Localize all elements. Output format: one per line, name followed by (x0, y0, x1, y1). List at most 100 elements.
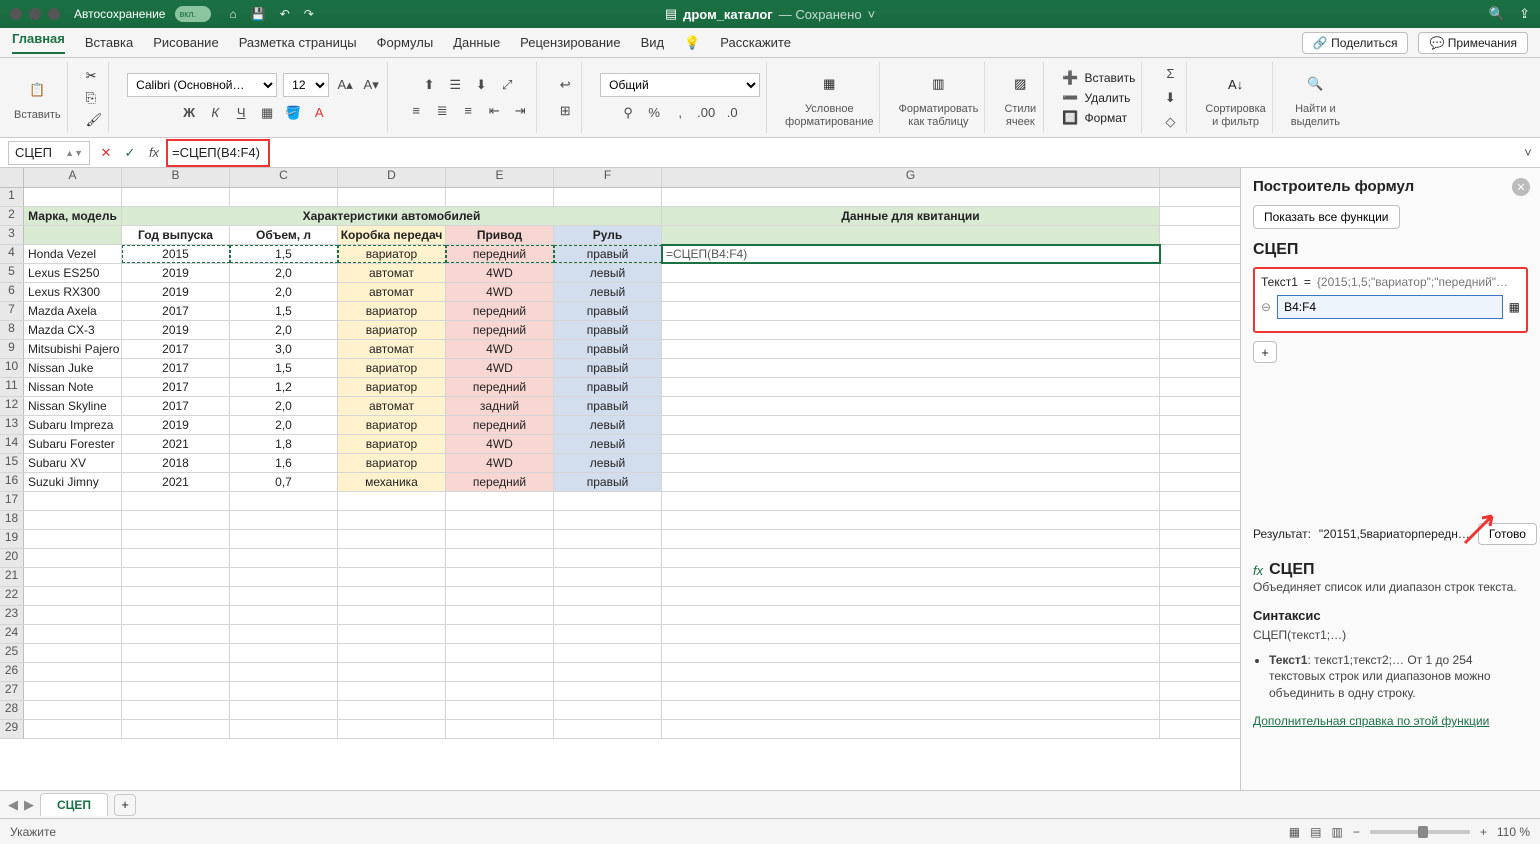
cell-model[interactable]: Lexus ES250 (24, 264, 122, 282)
row-header[interactable]: 15 (0, 454, 24, 472)
cell-transmission[interactable]: вариатор (338, 454, 446, 472)
cell[interactable] (230, 663, 338, 681)
cell-wheel[interactable]: правый (554, 359, 662, 377)
cell-transmission[interactable]: вариатор (338, 302, 446, 320)
cell[interactable] (230, 682, 338, 700)
undo-icon[interactable]: ↶ (280, 7, 290, 21)
cell[interactable] (24, 530, 122, 548)
cell[interactable] (554, 549, 662, 567)
cell[interactable] (446, 568, 554, 586)
cell-year[interactable]: 2019 (122, 283, 230, 301)
cell[interactable] (24, 682, 122, 700)
cell-transmission[interactable]: вариатор (338, 378, 446, 396)
sort-filter-icon[interactable]: A↓ (1219, 67, 1253, 101)
header-receipt[interactable]: Данные для квитанции (662, 207, 1160, 225)
align-bottom-icon[interactable]: ⬇ (471, 75, 491, 95)
cell[interactable] (122, 549, 230, 567)
expand-formula-bar-icon[interactable]: ˅ (1516, 141, 1540, 165)
tab-layout[interactable]: Разметка страницы (239, 35, 357, 50)
cell[interactable] (24, 568, 122, 586)
row-header[interactable]: 25 (0, 644, 24, 662)
cell[interactable] (230, 188, 338, 206)
close-panel-icon[interactable]: ✕ (1512, 178, 1530, 196)
row-header[interactable]: 28 (0, 701, 24, 719)
cell[interactable] (662, 511, 1160, 529)
col-header-G[interactable]: G (662, 168, 1160, 187)
cell-model[interactable]: Subaru Forester (24, 435, 122, 453)
align-left-icon[interactable]: ≡ (406, 101, 426, 121)
cell[interactable] (122, 625, 230, 643)
cell[interactable] (122, 188, 230, 206)
maximize-window-icon[interactable] (48, 8, 60, 20)
header-characteristics[interactable]: Характеристики автомобилей (122, 207, 662, 225)
orientation-icon[interactable]: ⤢ (497, 75, 517, 95)
align-top-icon[interactable]: ⬆ (419, 75, 439, 95)
cell-wheel[interactable]: правый (554, 340, 662, 358)
cell[interactable] (554, 701, 662, 719)
cell[interactable] (554, 188, 662, 206)
cell-volume[interactable]: 1,6 (230, 454, 338, 472)
cell-receipt[interactable]: =СЦЕП(B4:F4) (662, 245, 1160, 263)
cell[interactable] (338, 549, 446, 567)
underline-icon[interactable]: Ч (231, 103, 251, 123)
insert-cells-icon[interactable]: ➕ (1062, 70, 1078, 86)
autosave-toggle[interactable]: вкл. (175, 6, 211, 22)
cell-model[interactable]: Lexus RX300 (24, 283, 122, 301)
cell[interactable] (662, 720, 1160, 738)
cell[interactable] (122, 720, 230, 738)
cell-transmission[interactable]: механика (338, 473, 446, 491)
cell[interactable] (122, 568, 230, 586)
find-select-icon[interactable]: 🔍 (1298, 67, 1332, 101)
cell-drive[interactable]: передний (446, 416, 554, 434)
cell[interactable] (554, 644, 662, 662)
row-header[interactable]: 7 (0, 302, 24, 320)
cell-year[interactable]: 2018 (122, 454, 230, 472)
cell-wheel[interactable]: правый (554, 378, 662, 396)
cell-year[interactable]: 2017 (122, 378, 230, 396)
row-header[interactable]: 18 (0, 511, 24, 529)
header-volume[interactable]: Объем, л (230, 226, 338, 244)
cell[interactable] (554, 606, 662, 624)
cell[interactable] (230, 606, 338, 624)
cell[interactable] (554, 587, 662, 605)
cell[interactable] (554, 682, 662, 700)
cell-transmission[interactable]: автомат (338, 264, 446, 282)
percent-icon[interactable]: % (644, 103, 664, 123)
increase-font-icon[interactable]: A▴ (335, 75, 355, 95)
copy-icon[interactable]: ⎘ (86, 90, 96, 106)
share-button[interactable]: 🔗 Поделиться (1302, 32, 1409, 54)
row-header[interactable]: 5 (0, 264, 24, 282)
cell-year[interactable]: 2021 (122, 435, 230, 453)
col-header-D[interactable]: D (338, 168, 446, 187)
cell-model[interactable]: Nissan Skyline (24, 397, 122, 415)
cell-receipt[interactable] (662, 264, 1160, 282)
header-year[interactable]: Год выпуска (122, 226, 230, 244)
cell[interactable] (230, 492, 338, 510)
tab-draw[interactable]: Рисование (153, 35, 218, 50)
select-all-corner[interactable] (0, 168, 24, 187)
row-header[interactable]: 21 (0, 568, 24, 586)
prev-sheet-icon[interactable]: ◀ (8, 797, 18, 813)
cell[interactable] (338, 188, 446, 206)
cell[interactable] (230, 587, 338, 605)
cell-drive[interactable]: 4WD (446, 340, 554, 358)
cell-wheel[interactable]: левый (554, 416, 662, 434)
remove-arg-icon[interactable]: ⊖ (1261, 300, 1271, 314)
italic-icon[interactable]: К (205, 103, 225, 123)
cell-wheel[interactable]: левый (554, 264, 662, 282)
cell-year[interactable]: 2017 (122, 397, 230, 415)
next-sheet-icon[interactable]: ▶ (24, 797, 34, 813)
cell-model[interactable]: Subaru Impreza (24, 416, 122, 434)
cell-drive[interactable]: передний (446, 245, 554, 263)
cell-model[interactable]: Subaru XV (24, 454, 122, 472)
cell[interactable] (24, 644, 122, 662)
borders-icon[interactable]: ▦ (257, 103, 277, 123)
fx-icon[interactable]: fx (142, 141, 166, 165)
save-icon[interactable]: 💾 (251, 7, 266, 21)
row-header[interactable]: 8 (0, 321, 24, 339)
align-right-icon[interactable]: ≡ (458, 101, 478, 121)
cell-drive[interactable]: передний (446, 321, 554, 339)
cell[interactable] (446, 530, 554, 548)
add-argument-button[interactable]: + (1253, 341, 1277, 363)
cell-receipt[interactable] (662, 397, 1160, 415)
